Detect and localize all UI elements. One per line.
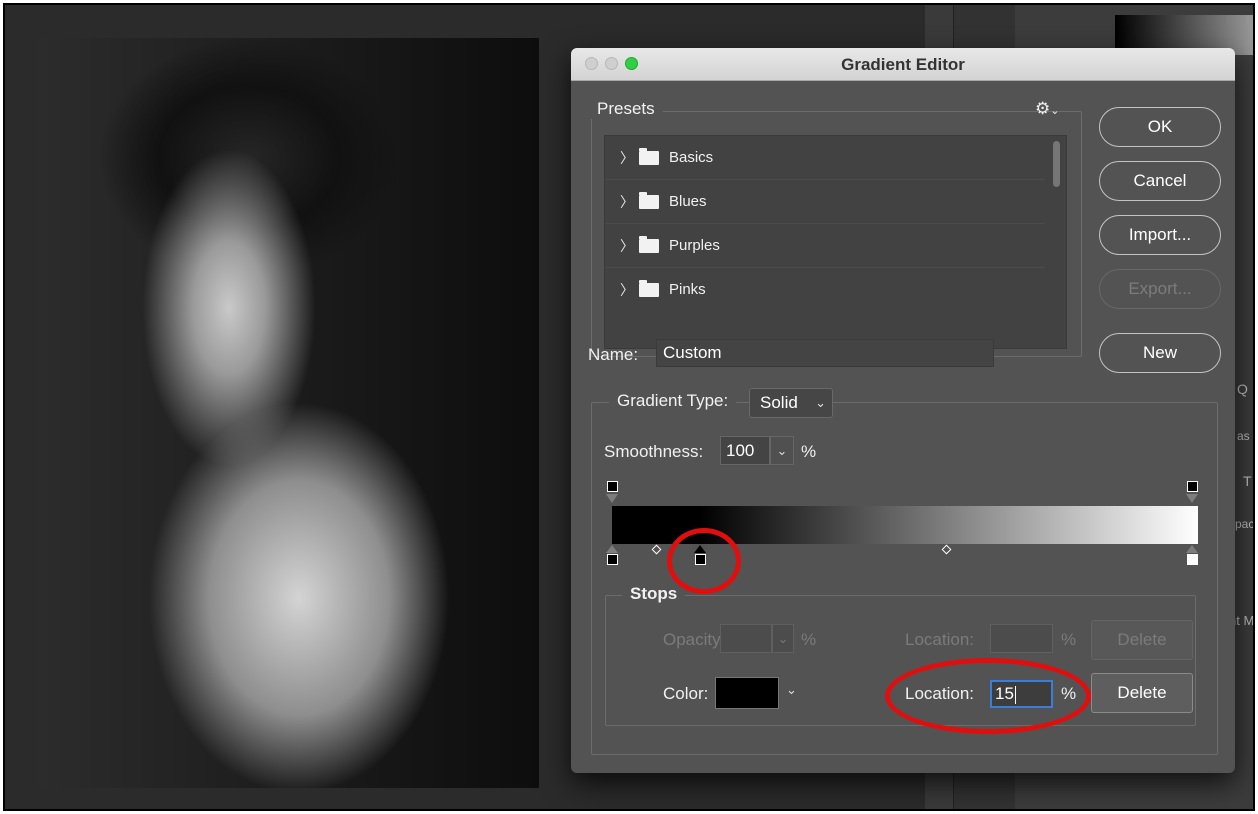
opacity-input [720,624,772,653]
opacity-stop-end-pointer [1186,494,1198,503]
chevron-right-icon[interactable]: 〉 [620,236,634,256]
panel-fragment: as [1237,429,1250,443]
import-button[interactable]: Import... [1099,215,1221,255]
new-button[interactable]: New [1099,333,1221,373]
folder-icon [639,147,659,165]
chevron-down-icon: ⌄ [776,443,788,458]
chevron-down-icon[interactable]: ⌄ [786,682,797,698]
color-stop-start[interactable] [607,554,618,565]
opacity-unit: % [801,630,817,649]
panel-fragment: T [1243,473,1252,489]
opacity-stop-end[interactable] [1187,481,1198,492]
smoothness-unit: % [801,442,817,461]
annotation-circle-selected-stop [667,528,741,594]
preset-folder-blues[interactable]: 〉 Blues [605,180,1045,224]
folder-icon [639,235,659,253]
panel-fragment: pac [1235,517,1255,531]
preset-folder-label: Pinks [669,281,706,298]
preset-folder-pinks[interactable]: 〉 Pinks [605,268,1045,311]
chevron-down-icon: ⌄ [777,631,789,646]
gradient-editor-dialog: Gradient Editor Presets ⚙⌄ 〉 Basics 〉 Bl… [571,48,1235,773]
chevron-right-icon[interactable]: 〉 [620,192,634,212]
opacity-label: Opacity: [663,630,726,649]
folder-icon [639,279,659,297]
smoothness-dropdown[interactable]: ⌄ [770,436,794,465]
panel-fragment: Q [1237,381,1248,397]
screenshot-frame: Q as T pac nt M Gradient Editor Presets … [3,3,1255,811]
chevron-right-icon[interactable]: 〉 [620,280,634,300]
presets-scrollbar[interactable] [1047,136,1066,348]
opacity-location-unit: % [1061,630,1077,649]
chevron-right-icon[interactable]: 〉 [620,148,634,168]
gradient-type-select[interactable]: Solid ⌄ [749,388,833,418]
annotation-circle-location-field [885,658,1091,734]
color-label: Color: [663,684,709,703]
smoothness-input[interactable]: 100 [720,436,770,465]
color-stop-start-pointer [606,545,618,553]
scrollbar-thumb[interactable] [1053,141,1060,187]
portrait-photo [39,38,539,788]
delete-opacity-stop-button: Delete [1091,620,1193,660]
export-button: Export... [1099,269,1221,309]
folder-icon [639,191,659,209]
color-stop-end[interactable] [1187,554,1198,565]
opacity-location-input [990,624,1053,653]
presets-list[interactable]: 〉 Basics 〉 Blues 〉 Purples 〉 Pinks [604,135,1067,349]
gradient-type-value: Solid [760,393,798,412]
preset-folder-label: Purples [669,237,720,254]
delete-color-stop-button[interactable]: Delete [1091,673,1193,713]
gear-icon[interactable]: ⚙⌄ [1035,99,1059,119]
cancel-button[interactable]: Cancel [1099,161,1221,201]
dialog-titlebar[interactable]: Gradient Editor [571,48,1235,81]
name-field[interactable]: Custom [656,339,994,367]
preset-folder-label: Blues [669,193,707,210]
smoothness-label: Smoothness: [604,442,704,461]
name-label: Name: [588,345,639,364]
ok-button[interactable]: OK [1099,107,1221,147]
gradient-type-label: Gradient Type: [609,391,737,411]
presets-label: Presets [589,99,663,119]
opacity-location-label: Location: [905,630,974,649]
opacity-stop-start-pointer [606,494,618,503]
opacity-dropdown: ⌄ [772,624,794,653]
color-stop-end-pointer [1186,545,1198,553]
preset-folder-purples[interactable]: 〉 Purples [605,224,1045,268]
opacity-stop-start[interactable] [607,481,618,492]
preset-folder-label: Basics [669,149,714,166]
chevron-down-icon: ⌄ [815,395,826,410]
preset-folder-basics[interactable]: 〉 Basics [605,136,1045,180]
dialog-title: Gradient Editor [841,55,965,74]
stops-label: Stops [622,584,686,604]
color-swatch[interactable] [715,677,779,709]
